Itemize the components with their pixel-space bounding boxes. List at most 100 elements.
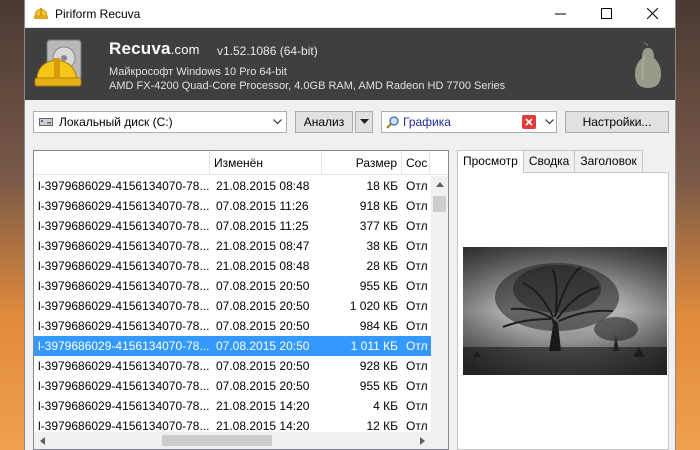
column-header-size[interactable]: Размер xyxy=(322,151,402,175)
close-icon xyxy=(646,8,658,19)
settings-button[interactable]: Настройки... xyxy=(565,111,669,133)
preview-image xyxy=(463,247,667,375)
table-row[interactable]: l-3979686029-4156134070-78... 21.08.2015 … xyxy=(34,176,432,196)
file-size-cell: 984 КБ xyxy=(359,319,398,333)
table-row[interactable]: l-3979686029-4156134070-78... 07.08.2015 … xyxy=(34,196,432,216)
product-name: Recuva.com xyxy=(109,39,200,59)
scan-button[interactable]: Анализ xyxy=(295,111,353,133)
desktop-background-right xyxy=(676,0,700,450)
file-modified-cell: 07.08.2015 20:50 xyxy=(216,339,310,353)
chevron-down-icon xyxy=(542,119,556,125)
file-size-cell: 955 КБ xyxy=(359,379,398,393)
file-size-cell: 28 КБ xyxy=(366,259,398,273)
file-state-cell: Отл xyxy=(406,279,428,293)
list-header: Изменён Размер Сос xyxy=(34,151,448,175)
table-row[interactable]: l-3979686029-4156134070-78... 21.08.2015 … xyxy=(34,236,432,256)
minimize-icon xyxy=(554,13,566,15)
file-state-cell: Отл xyxy=(406,399,428,413)
table-row[interactable]: l-3979686029-4156134070-78... 07.08.2015 … xyxy=(34,276,432,296)
version-text: v1.52.1086 (64-bit) xyxy=(217,44,318,58)
tab-header[interactable]: Заголовок xyxy=(574,150,643,172)
file-name-cell: l-3979686029-4156134070-78... xyxy=(38,299,210,313)
table-row[interactable]: l-3979686029-4156134070-78... 07.08.2015 … xyxy=(34,376,432,396)
table-row[interactable]: l-3979686029-4156134070-78... 07.08.2015 … xyxy=(34,296,432,316)
file-state-cell: Отл xyxy=(406,199,428,213)
chevron-down-icon xyxy=(268,119,286,125)
file-name-cell: l-3979686029-4156134070-78... xyxy=(38,319,210,333)
scroll-up-icon[interactable] xyxy=(431,176,448,193)
tab-summary[interactable]: Сводка xyxy=(522,150,576,172)
info-banner: Recuva.com v1.52.1086 (64-bit) Майкрософ… xyxy=(25,28,675,100)
table-row[interactable]: l-3979686029-4156134070-78... 07.08.2015 … xyxy=(34,216,432,236)
toolbar: Локальный диск (C:) Анализ Графика Настр… xyxy=(25,100,675,142)
file-modified-cell: 07.08.2015 20:50 xyxy=(216,379,310,393)
file-size-cell: 4 КБ xyxy=(373,399,398,413)
file-modified-cell: 07.08.2015 11:25 xyxy=(216,219,309,233)
file-size-cell: 38 КБ xyxy=(366,239,398,253)
title-bar[interactable]: Piriform Recuva xyxy=(25,0,675,28)
file-state-cell: Отл xyxy=(406,219,428,233)
maximize-button[interactable] xyxy=(583,0,629,28)
product-title: Recuva xyxy=(109,39,171,58)
scroll-right-icon[interactable] xyxy=(414,436,431,445)
chevron-down-icon xyxy=(359,119,369,124)
maximize-icon xyxy=(600,8,612,19)
recuva-window: Piriform Recuva Recuva.com v1.52.1086 (6… xyxy=(24,0,676,450)
file-name-cell: l-3979686029-4156134070-78... xyxy=(38,379,210,393)
file-name-cell: l-3979686029-4156134070-78... xyxy=(38,239,210,253)
file-size-cell: 18 КБ xyxy=(366,179,398,193)
minimize-button[interactable] xyxy=(537,0,583,28)
desktop-background-left xyxy=(0,0,24,450)
file-name-cell: l-3979686029-4156134070-78... xyxy=(38,399,210,413)
file-modified-cell: 07.08.2015 20:50 xyxy=(216,359,310,373)
file-modified-cell: 21.08.2015 08:48 xyxy=(216,179,310,193)
table-row[interactable]: l-3979686029-4156134070-78... 07.08.2015 … xyxy=(34,336,432,356)
scan-options-dropdown[interactable] xyxy=(355,111,373,133)
file-modified-cell: 21.08.2015 08:47 xyxy=(216,239,310,253)
close-button[interactable] xyxy=(629,0,675,28)
vertical-scrollbar[interactable] xyxy=(431,176,448,449)
file-state-cell: Отл xyxy=(406,239,428,253)
file-modified-cell: 07.08.2015 20:50 xyxy=(216,279,310,293)
file-state-cell: Отл xyxy=(406,379,428,393)
file-modified-cell: 07.08.2015 11:26 xyxy=(216,199,309,213)
file-name-cell: l-3979686029-4156134070-78... xyxy=(38,219,210,233)
table-row[interactable]: l-3979686029-4156134070-78... 07.08.2015 … xyxy=(34,316,432,336)
window-title: Piriform Recuva xyxy=(55,6,141,21)
table-row[interactable]: l-3979686029-4156134070-78... 21.08.2015 … xyxy=(34,256,432,276)
file-name-cell: l-3979686029-4156134070-78... xyxy=(38,179,210,193)
file-modified-cell: 07.08.2015 20:50 xyxy=(216,299,310,313)
file-name-cell: l-3979686029-4156134070-78... xyxy=(38,259,210,273)
file-rows: l-3979686029-4156134070-78... 21.08.2015 … xyxy=(34,176,432,436)
preview-panel: Просмотр Сводка Заголовок xyxy=(457,150,669,450)
recuva-logo xyxy=(34,39,82,87)
file-list[interactable]: Изменён Размер Сос l-3979686029-41561340… xyxy=(33,150,449,450)
file-name-cell: l-3979686029-4156134070-78... xyxy=(38,199,210,213)
file-size-cell: 918 КБ xyxy=(359,199,398,213)
file-size-cell: 377 КБ xyxy=(359,219,398,233)
search-icon xyxy=(386,116,399,129)
file-modified-cell: 07.08.2015 20:50 xyxy=(216,319,310,333)
scroll-left-icon[interactable] xyxy=(34,436,51,445)
product-domain: .com xyxy=(170,42,200,57)
clear-filter-icon[interactable] xyxy=(522,115,536,129)
file-size-cell: 928 КБ xyxy=(359,359,398,373)
os-info: Майкрософт Windows 10 Pro 64-bit xyxy=(109,66,287,78)
table-row[interactable]: l-3979686029-4156134070-78... 21.08.2015 … xyxy=(34,396,432,416)
horizontal-scroll-thumb[interactable] xyxy=(162,435,272,446)
column-header-modified[interactable]: Изменён xyxy=(210,151,322,175)
file-state-cell: Отл xyxy=(406,319,428,333)
column-header-name[interactable] xyxy=(34,151,210,175)
drive-select-value: Локальный диск (C:) xyxy=(59,115,173,129)
pear-logo xyxy=(635,42,661,88)
filter-select[interactable]: Графика xyxy=(381,111,557,133)
horizontal-scrollbar[interactable] xyxy=(34,432,448,449)
hardware-info: AMD FX-4200 Quad-Core Processor, 4.0GB R… xyxy=(109,80,506,92)
vertical-scroll-thumb[interactable] xyxy=(433,196,446,212)
table-row[interactable]: l-3979686029-4156134070-78... 07.08.2015 … xyxy=(34,356,432,376)
tab-preview[interactable]: Просмотр xyxy=(457,150,524,173)
drive-select[interactable]: Локальный диск (C:) xyxy=(33,111,287,133)
file-size-cell: 955 КБ xyxy=(359,279,398,293)
file-size-cell: 1 011 КБ xyxy=(350,339,398,353)
column-header-state[interactable]: Сос xyxy=(402,151,430,175)
